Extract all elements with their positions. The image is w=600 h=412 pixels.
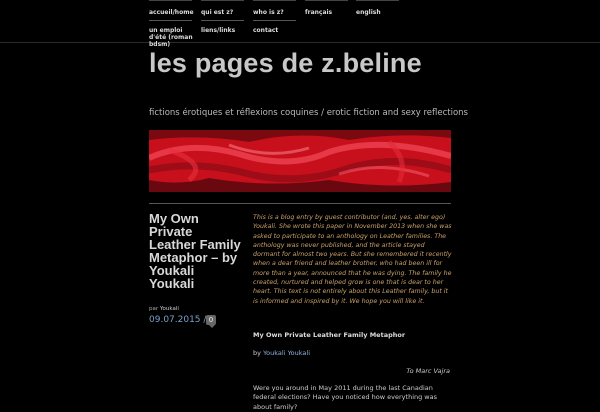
byline-prefix: par: [149, 306, 159, 312]
nav-item-qui-est-z[interactable]: qui est z?: [201, 9, 244, 21]
nav-item-francais[interactable]: français: [305, 9, 348, 16]
nav-top-line: [356, 0, 399, 1]
post-dedication: To Marc Vajra: [406, 367, 450, 375]
nav-top-line: [201, 0, 244, 1]
comment-count-badge[interactable]: 0: [206, 315, 216, 328]
post-author-line: by Youkali Youkali: [253, 349, 310, 357]
by-label: by: [253, 349, 261, 357]
nav-item-links[interactable]: liens/links: [201, 27, 244, 34]
site-tagline: fictions érotiques et réflexions coquine…: [149, 108, 468, 118]
post-byline: par Youkali: [149, 306, 179, 312]
nav-item-home[interactable]: accueil/home: [149, 9, 194, 21]
post-heading: My Own Private Leather Family Metaphor: [253, 331, 406, 339]
post-date-row: 09.07.2015 //: [149, 315, 209, 325]
post-title[interactable]: My Own Private Leather Family Metaphor –…: [149, 212, 241, 290]
nav-item-english[interactable]: english: [356, 9, 399, 16]
site-title[interactable]: les pages de z.beline: [149, 50, 449, 77]
nav-top-line: [253, 0, 296, 1]
top-navigation: accueil/home qui est z? who is z? frança…: [0, 0, 600, 48]
byline-author-link[interactable]: Youkali: [160, 306, 179, 312]
nav-top-line: [305, 0, 348, 1]
post-body-text: Were you around in May 2011 during the l…: [253, 384, 437, 411]
header-banner-image: [149, 130, 451, 192]
content-divider: [149, 203, 451, 204]
nav-item-contact[interactable]: contact: [253, 27, 296, 34]
nav-item-un-emploi-d-ete[interactable]: un emploi d'été (roman bdsm): [149, 27, 195, 48]
post-date: 09.07.2015: [149, 315, 201, 325]
nav-top-line: [149, 0, 192, 1]
nav-item-who-is-z[interactable]: who is z?: [253, 9, 296, 21]
post-intro: This is a blog entry by guest contributo…: [253, 214, 452, 305]
author-link[interactable]: Youkali Youkali: [263, 349, 310, 357]
